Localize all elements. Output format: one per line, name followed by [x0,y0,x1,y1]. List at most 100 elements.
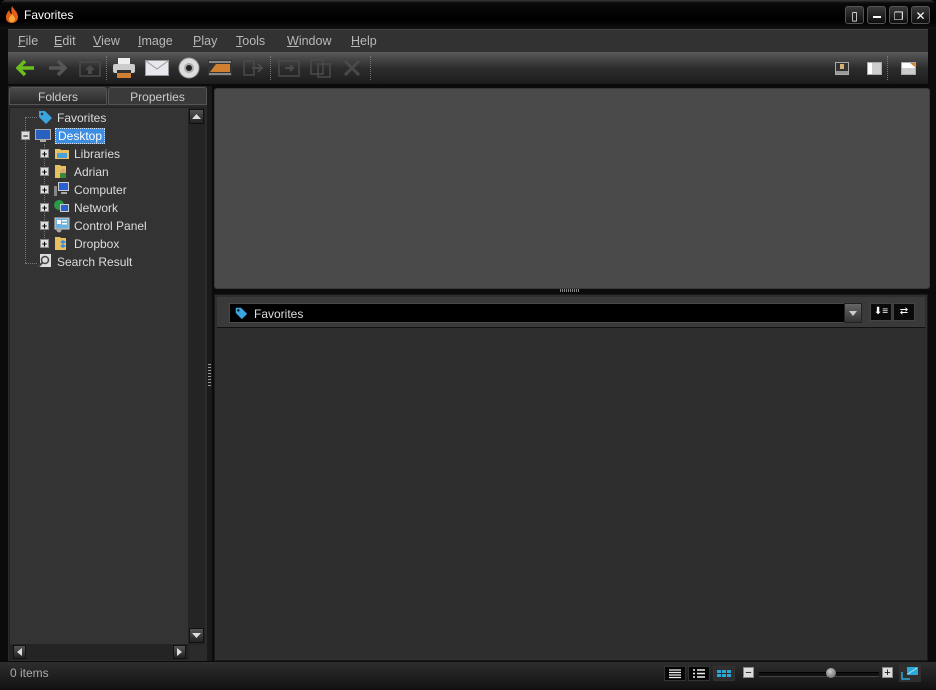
file-list-area: Favorites ⬇≡ ⇄ [214,294,928,661]
back-button[interactable] [14,56,38,80]
menu-tools[interactable]: Tools [236,34,265,48]
thumbnail-view-icon [717,670,731,677]
tree-item-network[interactable]: Network [54,199,118,217]
burn-disc-button[interactable] [177,56,201,80]
pin-button[interactable]: ▯ [845,6,864,24]
toolbar-separator [106,56,107,80]
slideshow-button[interactable] [208,56,232,80]
tree-item-dropbox[interactable]: Dropbox [54,235,119,253]
delete-icon [343,59,361,77]
address-input[interactable]: Favorites [229,303,862,323]
zoom-slider[interactable] [759,672,879,677]
menu-help[interactable]: Help [351,34,377,48]
item-count: 0 items [10,666,49,680]
scroll-down-button[interactable] [189,628,204,643]
up-folder-icon [79,61,101,77]
tab-folders[interactable]: Folders [9,87,107,105]
expand-toggle[interactable]: + [40,149,49,159]
expand-toggle[interactable]: + [40,239,49,249]
print-icon [113,58,135,78]
preview-pane-icon [835,61,849,75]
expand-toggle[interactable]: + [40,221,49,231]
toolbar-separator [270,56,271,80]
expand-toggle[interactable]: + [40,185,49,195]
duplicate-button[interactable] [309,56,333,80]
toolbar [8,52,928,84]
minimize-button[interactable] [867,6,886,24]
plus-icon: + [884,667,891,679]
scroll-up-button[interactable] [189,109,204,124]
copy-to-folder-button[interactable] [277,56,301,80]
arrow-down-icon [192,633,201,638]
tree-item-label: Search Result [57,255,133,269]
expand-toggle[interactable]: + [40,167,49,177]
collapse-toggle[interactable]: − [21,131,30,141]
splitter-grip [208,364,211,386]
column-resize-button[interactable]: ⇄ [893,303,915,321]
arrow-left-icon [17,648,22,656]
delete-button[interactable] [340,56,364,80]
fit-screen-button[interactable] [899,664,921,682]
zoom-slider-thumb[interactable] [826,668,836,678]
up-folder-button[interactable] [78,56,102,80]
tree-item-label: Adrian [74,165,109,179]
column-resize-icon: ⇄ [899,306,909,317]
user-folder-icon [55,165,66,178]
back-arrow-icon [16,59,34,77]
preview-pane-button[interactable] [830,56,854,80]
close-button[interactable]: ✕ [911,6,930,24]
window-title: Favorites [24,8,74,22]
tree-item-favorites[interactable]: Favorites [37,109,106,127]
sort-icon: ⬇≡ [873,306,889,317]
layout-pane-button[interactable] [862,56,886,80]
sort-button[interactable]: ⬇≡ [870,303,892,321]
scroll-left-button[interactable] [13,645,26,659]
restore-icon: ❐ [893,11,904,23]
move-to-button[interactable] [241,56,265,80]
address-dropdown-button[interactable] [844,303,862,323]
tree-item-computer[interactable]: Computer [54,181,127,199]
tag-icon [39,111,52,124]
tree-item-search-result[interactable]: Search Result [37,253,132,271]
list-view-button[interactable] [688,666,710,681]
pin-icon: ▯ [851,9,858,23]
toolbar-separator [370,56,371,80]
fit-screen-icon [901,667,918,680]
tree-item-label: Dropbox [74,237,120,251]
tree-item-adrian[interactable]: Adrian [54,163,109,181]
print-button[interactable] [112,56,136,80]
tree-vertical-scrollbar[interactable] [188,107,205,645]
menu-window[interactable]: Window [287,34,331,48]
full-screen-button[interactable] [896,56,920,80]
close-icon: ✕ [915,9,926,23]
zoom-in-button[interactable]: + [882,667,893,679]
tree-item-desktop[interactable]: Desktop [35,127,106,145]
tab-properties[interactable]: Properties [108,87,207,105]
thumbnail-view-button[interactable] [713,666,735,681]
expand-toggle[interactable]: + [40,203,49,213]
details-view-button[interactable] [664,666,686,681]
minus-icon: − [745,667,752,679]
control-panel-icon [54,217,70,233]
menu-file[interactable]: File [18,34,38,48]
tree-item-label: Desktop [55,128,106,144]
tree-item-libraries[interactable]: Libraries [54,145,120,163]
tree-horizontal-scrollbar[interactable] [9,644,189,660]
app-flame-icon [6,6,18,23]
scroll-right-button[interactable] [173,645,186,659]
menu-edit[interactable]: Edit [54,34,76,48]
menu-image[interactable]: Image [138,34,173,48]
panel-splitter[interactable] [207,86,212,661]
restore-button[interactable]: ❐ [889,6,908,24]
zoom-out-button[interactable]: − [743,667,754,679]
tree-connector [25,263,37,264]
menu-view[interactable]: View [93,34,120,48]
move-to-icon [243,60,264,76]
email-button[interactable] [145,56,169,80]
menu-play[interactable]: Play [193,34,217,48]
menu-label: iew [101,34,120,48]
layout-pane-icon [866,61,882,75]
tree-item-control-panel[interactable]: Control Panel [54,217,147,235]
forward-button[interactable] [45,56,69,80]
address-value: Favorites [254,307,304,321]
